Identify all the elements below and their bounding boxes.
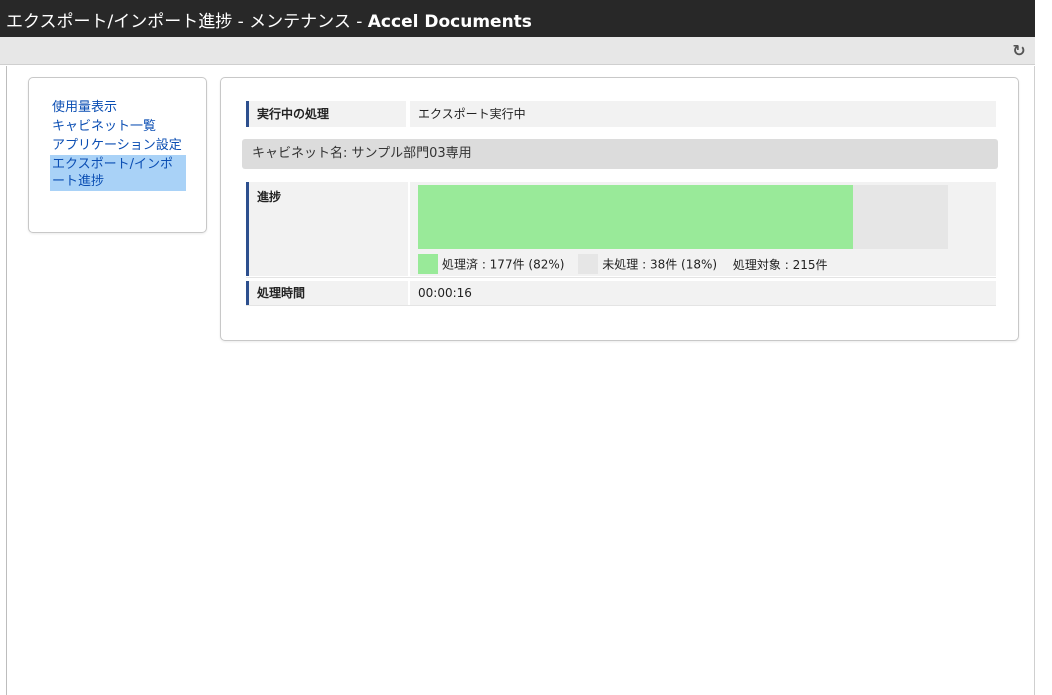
legend-total-text: 処理対象 : 215件 [732, 257, 828, 272]
side-menu-item-cabinet-list[interactable]: キャビネット一覧 [50, 117, 186, 136]
status-label: 実行中の処理 [246, 101, 406, 127]
window-title-brand: Accel Documents [367, 12, 532, 32]
progress-value: 処理済 : 177件 (82%) 未処理 : 38件 (18%) 処理対象 : … [410, 182, 996, 276]
title-bar: エクスポート/インポート進捗 - メンテナンス - Accel Document… [0, 0, 1035, 37]
legend-done-swatch [418, 254, 438, 274]
legend-pending-text: 未処理 : 38件 (18%) [602, 257, 718, 272]
window-title-prefix: エクスポート/インポート進捗 - メンテナンス - [6, 12, 368, 32]
side-menu-item-app-settings[interactable]: アプリケーション設定 [50, 136, 186, 155]
elapsed-label: 処理時間 [246, 281, 408, 305]
side-menu-list: 使用量表示 キャビネット一覧 アプリケーション設定 エクスポート/インポート進捗 [50, 98, 186, 191]
toolbar: ↻ [0, 37, 1035, 65]
elapsed-value: 00:00:16 [410, 281, 996, 305]
status-value: エクスポート実行中 [410, 101, 996, 127]
progress-bar-fill [418, 185, 853, 249]
side-menu: 使用量表示 キャビネット一覧 アプリケーション設定 エクスポート/インポート進捗 [28, 77, 207, 233]
frame-left-edge [6, 66, 7, 695]
frame-right-edge [1034, 66, 1035, 695]
legend-pending-swatch [578, 254, 599, 274]
side-menu-item-usage[interactable]: 使用量表示 [50, 98, 186, 117]
progress-label: 進捗 [246, 182, 408, 276]
row-divider [246, 305, 996, 306]
progress-bar-track [418, 185, 948, 249]
window-title: エクスポート/インポート進捗 - メンテナンス - Accel Document… [6, 7, 532, 32]
progress-legend: 処理済 : 177件 (82%) 未処理 : 38件 (18%) 処理対象 : … [418, 254, 827, 274]
refresh-button[interactable]: ↻ [1009, 41, 1029, 61]
row-divider [246, 277, 996, 278]
side-menu-item-export-import-progress[interactable]: エクスポート/インポート進捗 [50, 155, 186, 191]
cabinet-name: キャビネット名: サンプル部門03専用 [242, 139, 998, 169]
refresh-icon: ↻ [1012, 41, 1026, 60]
progress-panel: 実行中の処理 エクスポート実行中 キャビネット名: サンプル部門03専用 進捗 … [220, 77, 1019, 341]
legend-done-text: 処理済 : 177件 (82%) [442, 257, 565, 272]
